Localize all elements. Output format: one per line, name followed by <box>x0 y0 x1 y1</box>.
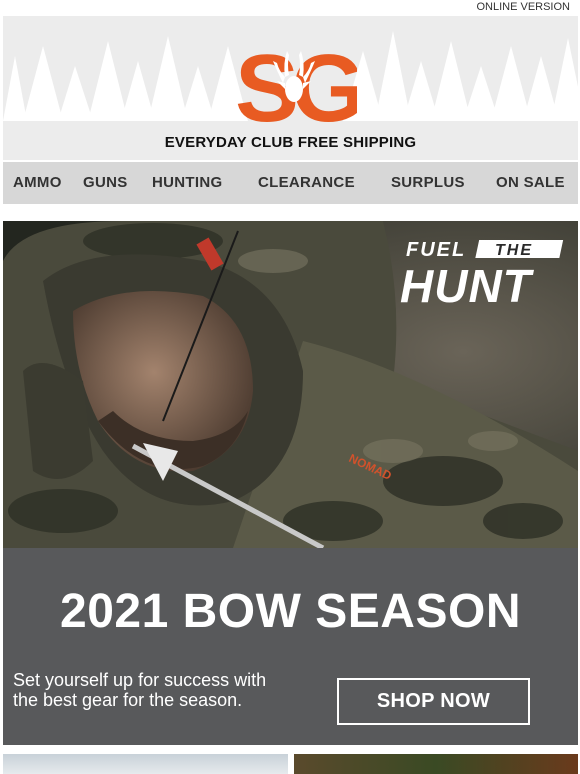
online-version-link[interactable]: ONLINE VERSION <box>476 0 570 14</box>
nav-item-on-sale[interactable]: ON SALE <box>496 174 565 191</box>
nav-item-clearance[interactable]: CLEARANCE <box>258 174 355 191</box>
sportsmans-guide-logo[interactable]: S G <box>233 33 357 133</box>
fuel-text: FUEL <box>406 239 466 261</box>
nav-item-guns[interactable]: GUNS <box>83 174 128 191</box>
product-image-right[interactable] <box>294 754 578 774</box>
nav-item-ammo[interactable]: AMMO <box>13 174 62 191</box>
promo-title: 2021 BOW SEASON <box>60 585 521 638</box>
nav-item-hunting[interactable]: HUNTING <box>152 174 222 191</box>
free-shipping-text: EVERYDAY CLUB FREE SHIPPING <box>164 134 417 151</box>
fuel-the-hunt-logo: FUEL THE HUNT <box>400 239 564 308</box>
shop-now-button[interactable]: SHOP NOW <box>337 678 530 725</box>
nav-item-surplus[interactable]: SURPLUS <box>391 174 465 191</box>
promo-description: Set yourself up for success with the bes… <box>13 670 267 710</box>
header: S G EVERYDAY CLUB FREE SHIPPING <box>3 16 578 160</box>
promo-banner: 2021 BOW SEASON Set yourself up for succ… <box>3 548 578 745</box>
product-image-left[interactable] <box>3 754 288 774</box>
hunt-text: HUNT <box>400 260 535 308</box>
nav-bar: AMMO GUNS HUNTING CLEARANCE SURPLUS ON S… <box>3 162 578 204</box>
the-text: THE <box>495 242 533 259</box>
